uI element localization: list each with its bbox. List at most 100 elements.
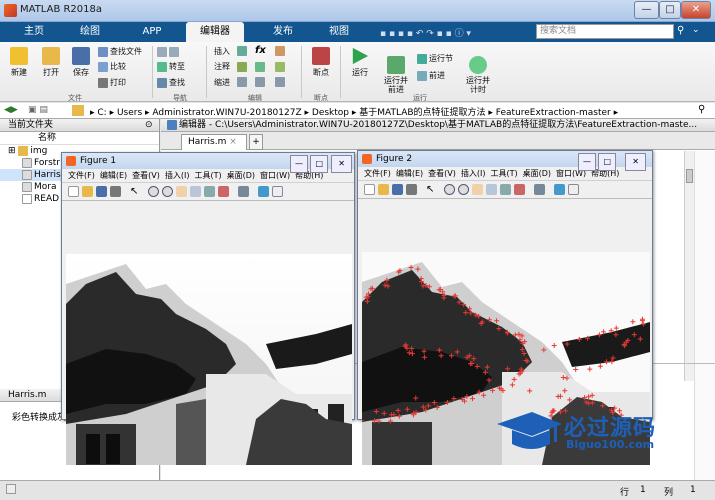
close-button[interactable]: ✕: [331, 155, 352, 173]
link-icon[interactable]: [534, 184, 545, 195]
pointer-icon[interactable]: ↖: [130, 186, 141, 197]
open-icon[interactable]: [378, 184, 389, 195]
tab-home[interactable]: 主页: [10, 22, 58, 42]
minimize-button[interactable]: —: [634, 1, 659, 19]
pan-icon[interactable]: [176, 186, 187, 197]
save-icon[interactable]: [96, 186, 107, 197]
minimize-button[interactable]: —: [290, 155, 308, 173]
menu-tools[interactable]: 工具(T): [194, 171, 221, 180]
column-header-name[interactable]: 名称: [0, 132, 159, 145]
print-icon[interactable]: [110, 186, 121, 197]
brush-icon[interactable]: [514, 184, 525, 195]
find-button[interactable]: 查找: [157, 77, 185, 89]
pan-icon[interactable]: [472, 184, 483, 195]
menu-edit[interactable]: 编辑(E): [100, 171, 127, 180]
zoom-out-icon[interactable]: [458, 184, 469, 195]
menu-file[interactable]: 文件(F): [68, 171, 95, 180]
tab-publish[interactable]: 发布: [256, 22, 310, 42]
nav-arrows[interactable]: [157, 46, 181, 58]
figure-2-window[interactable]: Figure 2 — □ ✕ 文件(F) 编辑(E) 查看(V) 插入(I) 工具(T)…: [357, 150, 653, 465]
zoom-in-icon[interactable]: [148, 186, 159, 197]
figure-1-titlebar[interactable]: Figure 1 — □ ✕: [62, 153, 354, 173]
zoom-out-icon[interactable]: [162, 186, 173, 197]
breadcrumb-item[interactable]: Users: [117, 108, 142, 118]
tab-harris-m[interactable]: Harris.m ×: [181, 134, 247, 150]
collapse-ribbon-icon[interactable]: ⌄: [692, 25, 700, 35]
menu-desktop[interactable]: 桌面(D): [227, 171, 255, 180]
minimize-button[interactable]: —: [578, 153, 596, 171]
menu-insert[interactable]: 插入(I): [461, 169, 486, 178]
data-cursor-icon[interactable]: [500, 184, 511, 195]
run-button[interactable]: 运行: [345, 47, 375, 78]
breadcrumb-item[interactable]: C:: [97, 108, 106, 118]
panel-menu-icon[interactable]: ⊙: [145, 119, 153, 132]
breadcrumb[interactable]: ▸ C: ▸ Users ▸ Administrator.WIN7U-20180…: [90, 105, 618, 118]
menu-view[interactable]: 查看(V): [132, 171, 160, 180]
tab-editor[interactable]: 编辑器: [186, 22, 244, 42]
search-icon[interactable]: ⚲: [677, 25, 684, 36]
rotate-icon[interactable]: [486, 184, 497, 195]
compare-button[interactable]: 比较: [98, 61, 126, 73]
link-icon[interactable]: [238, 186, 249, 197]
figure-1-window[interactable]: Figure 1 — □ ✕ 文件(F) 编辑(E) 查看(V) 插入(I) 工具(T)…: [61, 152, 355, 465]
new-figure-icon[interactable]: [68, 186, 79, 197]
figure-2-titlebar[interactable]: Figure 2 — □ ✕: [358, 151, 652, 171]
breadcrumb-item[interactable]: Administrator.WIN7U-20180127Z: [152, 108, 301, 118]
tab-plots[interactable]: 绘图: [66, 22, 114, 42]
run-time-button[interactable]: 运行并 计时: [460, 47, 496, 94]
insert-button[interactable]: 插入: [214, 46, 230, 58]
zoom-in-icon[interactable]: [444, 184, 455, 195]
legend-icon[interactable]: [568, 184, 579, 195]
print-icon[interactable]: [406, 184, 417, 195]
menu-desktop[interactable]: 桌面(D): [523, 169, 551, 178]
menu-edit[interactable]: 编辑(E): [396, 169, 423, 178]
maximize-button[interactable]: □: [659, 1, 681, 19]
new-figure-icon[interactable]: [364, 184, 375, 195]
brush-icon[interactable]: [218, 186, 229, 197]
open-icon[interactable]: [82, 186, 93, 197]
address-bar[interactable]: ◀▶ ▣ ▤ ▸ C: ▸ Users ▸ Administrator.WIN7…: [0, 103, 715, 119]
breadcrumb-item[interactable]: Desktop: [312, 108, 349, 118]
maximize-button[interactable]: □: [598, 153, 616, 171]
save-button[interactable]: 保存: [66, 47, 96, 78]
close-tab-icon[interactable]: ×: [229, 137, 237, 147]
menu-window[interactable]: 窗口(W): [260, 171, 290, 180]
close-button[interactable]: ✕: [625, 153, 646, 171]
edit-icon-grid[interactable]: fx: [237, 45, 297, 90]
close-button[interactable]: ✕: [681, 1, 711, 19]
tab-view[interactable]: 视图: [316, 22, 362, 42]
rotate-icon[interactable]: [190, 186, 201, 197]
address-search-icon[interactable]: ⚲: [698, 104, 705, 115]
quick-access-toolbar[interactable]: ▪ ▪ ▪ ▪ ↶ ↷ ▪ ▪ ⓘ ▾: [380, 26, 530, 39]
goto-button[interactable]: 转至: [157, 61, 185, 73]
search-docs-input[interactable]: 搜索文档: [536, 24, 674, 39]
back-arrow-icon[interactable]: ◀▶: [4, 105, 18, 115]
open-button[interactable]: 打开: [36, 47, 66, 78]
comment-button[interactable]: 注释: [214, 61, 230, 73]
run-advance-button[interactable]: 运行并 前进: [378, 47, 414, 94]
menu-tools[interactable]: 工具(T): [490, 169, 517, 178]
up-folder-icon[interactable]: ▣ ▤: [28, 105, 48, 115]
save-icon[interactable]: [392, 184, 403, 195]
pointer-icon[interactable]: ↖: [426, 184, 437, 195]
data-cursor-icon[interactable]: [204, 186, 215, 197]
print-button[interactable]: 打印: [98, 77, 126, 89]
indent-button[interactable]: 缩进: [214, 77, 230, 89]
find-files-button[interactable]: 查找文件: [98, 46, 142, 58]
new-tab-button[interactable]: +: [249, 134, 263, 150]
breadcrumb-item[interactable]: FeatureExtraction-master: [496, 108, 611, 118]
colorbar-icon[interactable]: [258, 186, 269, 197]
advance-button[interactable]: 前进: [417, 70, 445, 82]
menu-insert[interactable]: 插入(I): [165, 171, 190, 180]
tab-apps[interactable]: APP: [126, 22, 178, 42]
menu-view[interactable]: 查看(V): [428, 169, 456, 178]
new-button[interactable]: 新建: [4, 47, 34, 78]
breakpoints-button[interactable]: 断点: [306, 47, 336, 78]
colorbar-icon[interactable]: [554, 184, 565, 195]
run-section-button[interactable]: 运行节: [417, 53, 453, 65]
editor-scrollbar[interactable]: [684, 151, 694, 381]
breadcrumb-item[interactable]: 基于MATLAB的点特征提取方法: [359, 108, 485, 118]
maximize-button[interactable]: □: [310, 155, 328, 173]
legend-icon[interactable]: [272, 186, 283, 197]
menu-file[interactable]: 文件(F): [364, 169, 391, 178]
